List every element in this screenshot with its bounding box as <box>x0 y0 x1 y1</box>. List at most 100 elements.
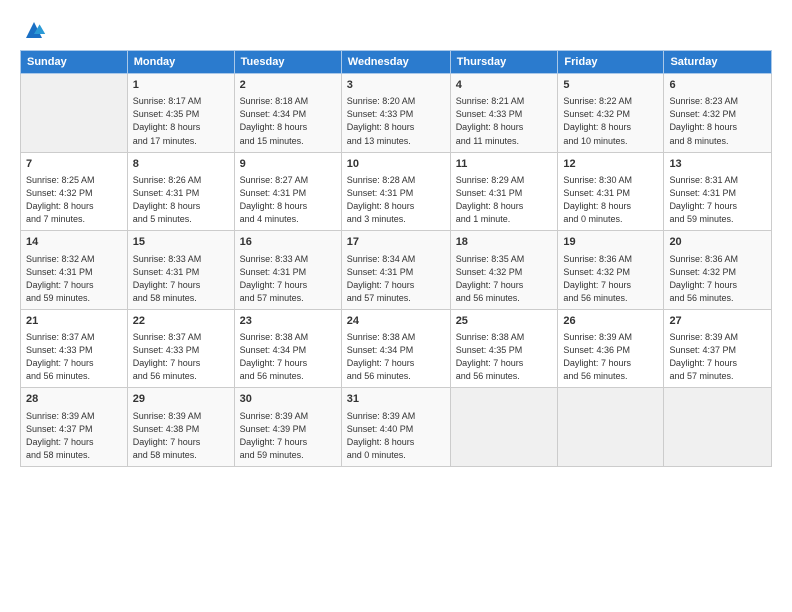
day-info: Sunrise: 8:39 AM Sunset: 4:38 PM Dayligh… <box>133 410 229 462</box>
header-cell-friday: Friday <box>558 51 664 74</box>
day-cell: 13 Sunrise: 8:31 AM Sunset: 4:31 PM Dayli… <box>664 152 772 231</box>
logo-icon <box>22 18 46 42</box>
day-cell: 15 Sunrise: 8:33 AM Sunset: 4:31 PM Dayli… <box>127 231 234 310</box>
day-info: Sunrise: 8:33 AM Sunset: 4:31 PM Dayligh… <box>133 253 229 305</box>
day-cell: 25 Sunrise: 8:38 AM Sunset: 4:35 PM Dayli… <box>450 309 558 388</box>
day-number: 27 <box>669 314 766 329</box>
week-row-4: 21 Sunrise: 8:37 AM Sunset: 4:33 PM Dayli… <box>21 309 772 388</box>
day-cell: 30 Sunrise: 8:39 AM Sunset: 4:39 PM Dayli… <box>234 388 341 467</box>
day-cell: 22 Sunrise: 8:37 AM Sunset: 4:33 PM Dayli… <box>127 309 234 388</box>
calendar-body: 1 Sunrise: 8:17 AM Sunset: 4:35 PM Daylig… <box>21 74 772 467</box>
calendar-table: SundayMondayTuesdayWednesdayThursdayFrid… <box>20 50 772 467</box>
day-cell: 4Sunrise: 8:21 AM Sunset: 4:33 PM Daylig… <box>450 74 558 153</box>
header-cell-saturday: Saturday <box>664 51 772 74</box>
day-cell: 8 Sunrise: 8:26 AM Sunset: 4:31 PM Daylig… <box>127 152 234 231</box>
header-row: SundayMondayTuesdayWednesdayThursdayFrid… <box>21 51 772 74</box>
day-number: 20 <box>669 235 766 250</box>
day-cell: 27 Sunrise: 8:39 AM Sunset: 4:37 PM Dayli… <box>664 309 772 388</box>
day-info: Sunrise: 8:39 AM Sunset: 4:36 PM Dayligh… <box>563 331 658 383</box>
day-cell: 17 Sunrise: 8:34 AM Sunset: 4:31 PM Dayli… <box>341 231 450 310</box>
day-number: 16 <box>240 235 336 250</box>
day-number: 15 <box>133 235 229 250</box>
day-cell: 29 Sunrise: 8:39 AM Sunset: 4:38 PM Dayli… <box>127 388 234 467</box>
day-number: 19 <box>563 235 658 250</box>
day-info: Sunrise: 8:31 AM Sunset: 4:31 PM Dayligh… <box>669 174 766 226</box>
day-number: 18 <box>456 235 553 250</box>
day-info: Sunrise: 8:37 AM Sunset: 4:33 PM Dayligh… <box>133 331 229 383</box>
day-cell: 18 Sunrise: 8:35 AM Sunset: 4:32 PM Dayli… <box>450 231 558 310</box>
day-info: Sunrise: 8:32 AM Sunset: 4:31 PM Dayligh… <box>26 253 122 305</box>
day-info: Sunrise: 8:20 AM Sunset: 4:33 PM Dayligh… <box>347 95 445 147</box>
day-number: 23 <box>240 314 336 329</box>
day-info: Sunrise: 8:38 AM Sunset: 4:34 PM Dayligh… <box>347 331 445 383</box>
day-number: 17 <box>347 235 445 250</box>
day-cell: 11 Sunrise: 8:29 AM Sunset: 4:31 PM Dayli… <box>450 152 558 231</box>
day-info: Sunrise: 8:30 AM Sunset: 4:31 PM Dayligh… <box>563 174 658 226</box>
day-number: 6 <box>669 78 766 93</box>
day-number: 26 <box>563 314 658 329</box>
day-number: 29 <box>133 392 229 407</box>
day-number: 5 <box>563 78 658 93</box>
day-info: Sunrise: 8:29 AM Sunset: 4:31 PM Dayligh… <box>456 174 553 226</box>
day-info: Sunrise: 8:23 AM Sunset: 4:32 PM Dayligh… <box>669 95 766 147</box>
day-number: 25 <box>456 314 553 329</box>
day-number: 7 <box>26 157 122 172</box>
day-cell: 20 Sunrise: 8:36 AM Sunset: 4:32 PM Dayli… <box>664 231 772 310</box>
day-cell: 23 Sunrise: 8:38 AM Sunset: 4:34 PM Dayli… <box>234 309 341 388</box>
day-cell <box>558 388 664 467</box>
day-cell: 5Sunrise: 8:22 AM Sunset: 4:32 PM Daylig… <box>558 74 664 153</box>
day-info: Sunrise: 8:39 AM Sunset: 4:40 PM Dayligh… <box>347 410 445 462</box>
day-number: 3 <box>347 78 445 93</box>
day-number: 9 <box>240 157 336 172</box>
day-cell <box>450 388 558 467</box>
day-number: 21 <box>26 314 122 329</box>
day-number: 10 <box>347 157 445 172</box>
day-number: 11 <box>456 157 553 172</box>
day-cell: 12Sunrise: 8:30 AM Sunset: 4:31 PM Dayli… <box>558 152 664 231</box>
day-cell: 19 Sunrise: 8:36 AM Sunset: 4:32 PM Dayli… <box>558 231 664 310</box>
day-number: 24 <box>347 314 445 329</box>
header-cell-tuesday: Tuesday <box>234 51 341 74</box>
day-info: Sunrise: 8:28 AM Sunset: 4:31 PM Dayligh… <box>347 174 445 226</box>
day-number: 4 <box>456 78 553 93</box>
day-cell: 10 Sunrise: 8:28 AM Sunset: 4:31 PM Dayli… <box>341 152 450 231</box>
day-info: Sunrise: 8:39 AM Sunset: 4:37 PM Dayligh… <box>26 410 122 462</box>
header-cell-sunday: Sunday <box>21 51 128 74</box>
day-cell: 6 Sunrise: 8:23 AM Sunset: 4:32 PM Daylig… <box>664 74 772 153</box>
day-info: Sunrise: 8:17 AM Sunset: 4:35 PM Dayligh… <box>133 95 229 147</box>
day-number: 1 <box>133 78 229 93</box>
day-info: Sunrise: 8:38 AM Sunset: 4:35 PM Dayligh… <box>456 331 553 383</box>
day-cell: 9Sunrise: 8:27 AM Sunset: 4:31 PM Daylig… <box>234 152 341 231</box>
day-cell: 1 Sunrise: 8:17 AM Sunset: 4:35 PM Daylig… <box>127 74 234 153</box>
logo <box>20 18 46 42</box>
day-number: 31 <box>347 392 445 407</box>
calendar-header: SundayMondayTuesdayWednesdayThursdayFrid… <box>21 51 772 74</box>
week-row-1: 1 Sunrise: 8:17 AM Sunset: 4:35 PM Daylig… <box>21 74 772 153</box>
page: SundayMondayTuesdayWednesdayThursdayFrid… <box>0 0 792 612</box>
day-info: Sunrise: 8:38 AM Sunset: 4:34 PM Dayligh… <box>240 331 336 383</box>
day-number: 28 <box>26 392 122 407</box>
day-number: 13 <box>669 157 766 172</box>
day-info: Sunrise: 8:25 AM Sunset: 4:32 PM Dayligh… <box>26 174 122 226</box>
day-info: Sunrise: 8:36 AM Sunset: 4:32 PM Dayligh… <box>669 253 766 305</box>
day-info: Sunrise: 8:39 AM Sunset: 4:39 PM Dayligh… <box>240 410 336 462</box>
header-cell-wednesday: Wednesday <box>341 51 450 74</box>
day-cell: 14 Sunrise: 8:32 AM Sunset: 4:31 PM Dayli… <box>21 231 128 310</box>
day-info: Sunrise: 8:36 AM Sunset: 4:32 PM Dayligh… <box>563 253 658 305</box>
day-cell: 7 Sunrise: 8:25 AM Sunset: 4:32 PM Daylig… <box>21 152 128 231</box>
day-cell: 26 Sunrise: 8:39 AM Sunset: 4:36 PM Dayli… <box>558 309 664 388</box>
day-cell: 16Sunrise: 8:33 AM Sunset: 4:31 PM Dayli… <box>234 231 341 310</box>
day-cell: 31 Sunrise: 8:39 AM Sunset: 4:40 PM Dayli… <box>341 388 450 467</box>
day-info: Sunrise: 8:35 AM Sunset: 4:32 PM Dayligh… <box>456 253 553 305</box>
day-info: Sunrise: 8:26 AM Sunset: 4:31 PM Dayligh… <box>133 174 229 226</box>
day-info: Sunrise: 8:39 AM Sunset: 4:37 PM Dayligh… <box>669 331 766 383</box>
day-number: 22 <box>133 314 229 329</box>
day-number: 30 <box>240 392 336 407</box>
day-info: Sunrise: 8:18 AM Sunset: 4:34 PM Dayligh… <box>240 95 336 147</box>
week-row-3: 14 Sunrise: 8:32 AM Sunset: 4:31 PM Dayli… <box>21 231 772 310</box>
header-cell-thursday: Thursday <box>450 51 558 74</box>
header-cell-monday: Monday <box>127 51 234 74</box>
day-number: 8 <box>133 157 229 172</box>
day-info: Sunrise: 8:34 AM Sunset: 4:31 PM Dayligh… <box>347 253 445 305</box>
day-number: 14 <box>26 235 122 250</box>
